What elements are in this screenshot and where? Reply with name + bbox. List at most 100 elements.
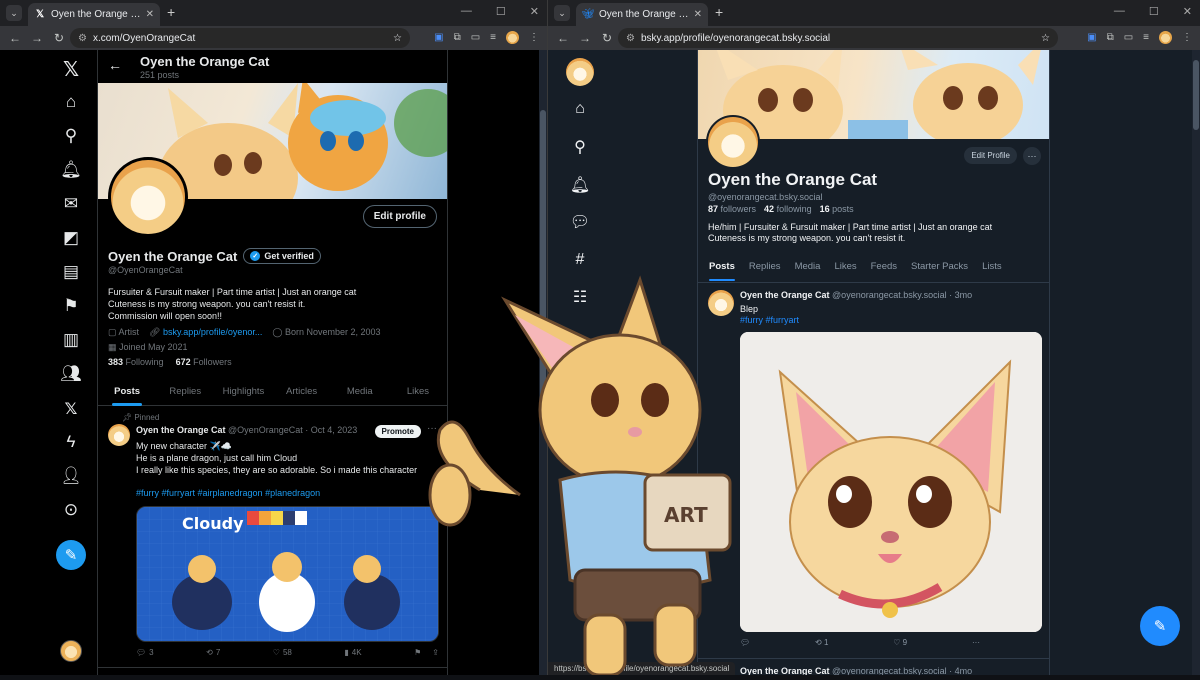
- tab-media[interactable]: Media: [788, 256, 828, 282]
- cast-icon[interactable]: ▭: [1124, 32, 1133, 43]
- account-avatar[interactable]: [566, 58, 594, 86]
- following-link[interactable]: 42 following: [764, 204, 812, 214]
- minimize-icon[interactable]: —: [1114, 5, 1125, 18]
- messages-icon[interactable]: ✉: [60, 193, 82, 215]
- profile-icon[interactable]: 👤︎: [60, 465, 82, 487]
- tab-posts[interactable]: Posts: [98, 380, 156, 406]
- site-info-icon[interactable]: ⚙: [626, 33, 635, 44]
- post-media[interactable]: [740, 332, 1042, 632]
- tab-search-icon[interactable]: ⌄: [6, 5, 22, 21]
- communities-icon[interactable]: 👥︎: [60, 363, 82, 385]
- profile-avatar[interactable]: [706, 115, 760, 169]
- cast-icon[interactable]: ▭: [471, 32, 480, 43]
- more-icon[interactable]: ⊙: [60, 499, 82, 521]
- menu-icon[interactable]: ⋮: [529, 32, 539, 43]
- close-tab-icon[interactable]: ✕: [694, 9, 702, 20]
- compose-button[interactable]: ✎: [1140, 606, 1180, 646]
- reply-button[interactable]: 💬︎ 3: [136, 648, 154, 657]
- profile-link[interactable]: bsky.app/profile/oyenor...: [163, 327, 262, 337]
- edit-profile-button[interactable]: Edit Profile: [964, 147, 1017, 164]
- account-avatar[interactable]: [60, 640, 82, 662]
- notifications-icon[interactable]: 🔔︎: [60, 159, 82, 181]
- verified-orgs-icon[interactable]: ϟ: [60, 431, 82, 453]
- puzzle-icon[interactable]: ⧉: [454, 32, 461, 43]
- back-icon[interactable]: ←: [556, 31, 570, 45]
- tab-lists[interactable]: Lists: [975, 256, 1009, 282]
- back-icon[interactable]: ←: [8, 31, 22, 45]
- reload-icon[interactable]: ↻: [52, 31, 66, 45]
- search-icon[interactable]: ⚲: [60, 125, 82, 147]
- link-item[interactable]: 🔗︎ bsky.app/profile/oyenor...: [149, 327, 262, 338]
- post-author[interactable]: Oyen the Orange Cat: [136, 425, 226, 435]
- profile-more-icon[interactable]: ···: [1023, 147, 1041, 165]
- profile-avatar-icon[interactable]: [506, 31, 519, 44]
- minimize-icon[interactable]: —: [461, 5, 472, 18]
- close-window-icon[interactable]: ✕: [530, 5, 539, 18]
- bookmarks-icon[interactable]: ⚑: [60, 295, 82, 317]
- browser-tab[interactable]: 🦋︎ Oyen the Orange Cat (@oyeno... ✕: [576, 3, 708, 26]
- tab-search-icon[interactable]: ⌄: [554, 5, 570, 21]
- address-bar[interactable]: ⚙ bsky.app/profile/oyenorangecat.bsky.so…: [618, 28, 1058, 48]
- notifications-icon[interactable]: 🔔︎: [568, 173, 592, 197]
- like-button[interactable]: ♡ 9: [893, 638, 907, 647]
- profile-avatar[interactable]: [108, 157, 188, 237]
- forward-icon[interactable]: →: [30, 31, 44, 45]
- new-tab-icon[interactable]: +: [715, 4, 723, 20]
- maximize-icon[interactable]: ☐: [1149, 5, 1159, 18]
- media-icon[interactable]: ≡: [490, 32, 496, 43]
- like-button[interactable]: ♡ 58: [273, 648, 292, 657]
- tab-media[interactable]: Media: [331, 380, 389, 405]
- extension-icon[interactable]: ▣: [1087, 32, 1096, 43]
- home-icon[interactable]: ⌂: [568, 97, 592, 121]
- tab-likes[interactable]: Likes: [827, 256, 863, 282]
- tab-replies[interactable]: Replies: [156, 380, 214, 405]
- media-icon[interactable]: ≡: [1143, 32, 1149, 43]
- tab-articles[interactable]: Articles: [273, 380, 331, 405]
- lists-icon[interactable]: ▤: [60, 261, 82, 283]
- post-more-icon[interactable]: ···: [972, 638, 980, 647]
- chat-icon[interactable]: 💬︎: [568, 210, 592, 234]
- site-info-icon[interactable]: ⚙: [78, 33, 87, 44]
- x-logo-icon[interactable]: 𝕏: [60, 57, 82, 81]
- jobs-icon[interactable]: ▥: [60, 329, 82, 351]
- reload-icon[interactable]: ↻: [600, 31, 614, 45]
- maximize-icon[interactable]: ☐: [496, 5, 506, 18]
- tab-highlights[interactable]: Highlights: [214, 380, 272, 405]
- forward-icon[interactable]: →: [578, 31, 592, 45]
- post-hashtags[interactable]: #furry #furryart #airplanedragon #planed…: [136, 488, 320, 498]
- home-icon[interactable]: ⌂: [60, 91, 82, 113]
- browser-tab[interactable]: 𝕏 Oyen the Orange Cat (@OyenO... ✕: [28, 3, 160, 26]
- tab-feeds[interactable]: Feeds: [864, 256, 904, 282]
- edit-profile-button[interactable]: Edit profile: [362, 205, 437, 228]
- bookmark-star-icon[interactable]: ☆: [393, 33, 402, 44]
- views-button[interactable]: ▮ 4K: [344, 648, 361, 657]
- grok-icon[interactable]: ◩: [60, 227, 82, 249]
- profile-tabs: Posts Replies Highlights Articles Media …: [98, 380, 447, 406]
- bookmark-star-icon[interactable]: ☆: [1041, 33, 1050, 44]
- close-tab-icon[interactable]: ✕: [146, 9, 154, 20]
- following-link[interactable]: 383 Following: [108, 357, 164, 367]
- address-bar[interactable]: ⚙ x.com/OyenOrangeCat ☆: [70, 28, 410, 48]
- joined-item: ▦ Joined May 2021: [108, 342, 188, 353]
- post-avatar[interactable]: [108, 424, 130, 446]
- post-media[interactable]: Cloudy: [136, 506, 439, 642]
- scroll-thumb[interactable]: [1193, 60, 1199, 130]
- close-window-icon[interactable]: ✕: [1183, 5, 1192, 18]
- extension-icon[interactable]: ▣: [434, 32, 443, 43]
- back-arrow-icon[interactable]: ←: [108, 57, 122, 73]
- repost-button[interactable]: ⟲ 1: [815, 638, 828, 647]
- new-tab-icon[interactable]: +: [167, 4, 175, 20]
- profile-avatar-icon[interactable]: [1159, 31, 1172, 44]
- menu-icon[interactable]: ⋮: [1182, 32, 1192, 43]
- get-verified-button[interactable]: ✓ Get verified: [243, 248, 321, 264]
- scrollbar[interactable]: [1192, 50, 1200, 675]
- puzzle-icon[interactable]: ⧉: [1107, 32, 1114, 43]
- search-icon[interactable]: ⚲: [568, 135, 592, 159]
- repost-button[interactable]: ⟲ 7: [206, 648, 220, 657]
- followers-link[interactable]: 87 followers: [708, 204, 756, 214]
- followers-link[interactable]: 672 Followers: [176, 357, 232, 367]
- post-count: 251 posts: [140, 70, 180, 80]
- premium-icon[interactable]: 𝕏: [60, 397, 82, 419]
- tab-starter-packs[interactable]: Starter Packs: [904, 256, 975, 282]
- post-compose-button[interactable]: ✎: [56, 540, 86, 570]
